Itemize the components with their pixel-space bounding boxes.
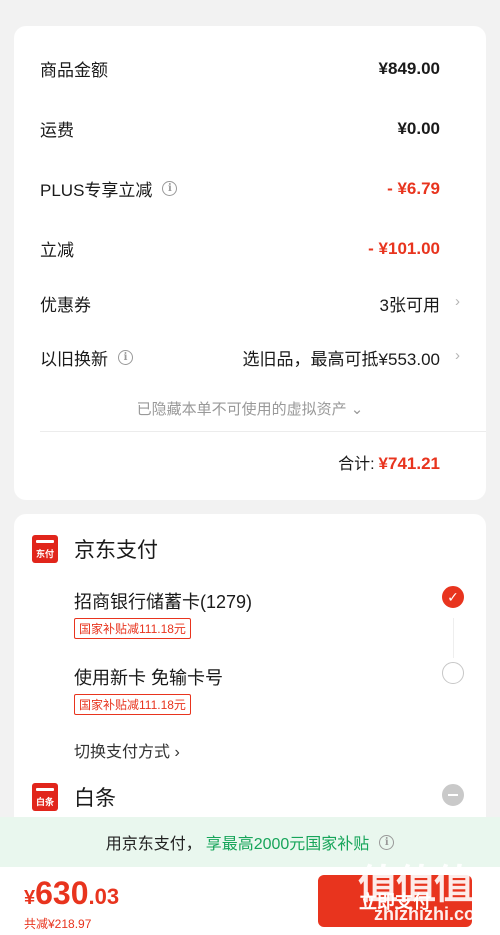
switch-payment-label: 切换支付方式: [74, 744, 171, 761]
pay-amount: ¥ 630 .03: [24, 875, 119, 912]
coupon-label: 优惠券: [40, 296, 91, 315]
chevron-right-icon[interactable]: ›: [455, 347, 460, 364]
goods-amount-label: 商品金额: [40, 61, 108, 80]
chevron-down-icon: ⌄: [350, 401, 364, 418]
subsidy-tag: 国家补贴减111.18元: [74, 618, 191, 639]
subsidy-tag: 国家补贴减111.18元: [74, 694, 191, 715]
trade-in-row[interactable]: 以旧换新 i 选旧品，最高可抵¥553.00: [40, 345, 440, 370]
coupon-value: 3张可用: [379, 296, 440, 315]
total-label: 合计:: [338, 456, 375, 473]
hidden-assets-text: 已隐藏本单不可使用的虚拟资产: [136, 401, 347, 418]
price-integer: 630: [35, 875, 89, 911]
info-icon[interactable]: i: [118, 350, 133, 365]
new-card-radio[interactable]: [442, 662, 464, 684]
chevron-right-icon: ›: [174, 744, 180, 761]
baitiao-title: 白条: [74, 787, 116, 810]
jd-pay-header: 东付 京东支付: [32, 534, 158, 564]
baitiao-header[interactable]: 白条 白条: [32, 782, 116, 812]
instant-discount-label: 立减: [40, 241, 74, 260]
new-card-option[interactable]: 使用新卡 免输卡号: [74, 664, 223, 690]
divider: [453, 618, 454, 658]
cmb-card-option[interactable]: 招商银行储蓄卡(1279): [74, 588, 252, 614]
trade-in-value: 选旧品，最高可抵¥553.00: [242, 350, 440, 369]
instant-discount-row: 立减 - ¥101.00: [40, 236, 440, 261]
trade-in-label: 以旧换新: [40, 350, 108, 369]
shipping-label: 运费: [40, 121, 74, 140]
payment-card: 东付 京东支付 招商银行储蓄卡(1279) ✓ 国家补贴减111.18元 使用新…: [14, 514, 486, 824]
pay-now-button[interactable]: 立即支付: [318, 875, 472, 927]
plus-discount-value: - ¥6.79: [387, 178, 440, 198]
instant-discount-value: - ¥101.00: [368, 238, 440, 258]
shipping-row: 运费 ¥0.00: [40, 116, 440, 141]
plus-discount-row: PLUS专享立减 i - ¥6.79: [40, 176, 440, 201]
total-row: 合计: ¥741.21: [338, 450, 440, 474]
total-value: ¥741.21: [378, 454, 440, 473]
switch-payment-method[interactable]: 切换支付方式 ›: [74, 738, 180, 762]
coupon-row[interactable]: 优惠券 3张可用: [40, 291, 440, 316]
jd-pay-title: 京东支付: [74, 539, 158, 562]
goods-amount-value: ¥849.00: [378, 58, 440, 78]
check-icon: ✓: [447, 588, 459, 605]
info-icon[interactable]: i: [379, 834, 395, 850]
checkout-bar: ¥ 630 .03 共减¥218.97 立即支付: [0, 867, 500, 935]
info-icon[interactable]: i: [162, 181, 178, 196]
chevron-right-icon[interactable]: ›: [455, 293, 460, 310]
banner-prefix: 用京东支付，: [105, 836, 202, 853]
subsidy-banner[interactable]: 用京东支付， 享最高2000元国家补贴 i: [0, 817, 500, 867]
currency-symbol: ¥: [24, 887, 36, 909]
order-summary-card: 商品金额 ¥849.00 运费 ¥0.00 PLUS专享立减 i - ¥6.79…: [14, 26, 486, 500]
hidden-assets-toggle[interactable]: 已隐藏本单不可使用的虚拟资产 ⌄: [14, 398, 486, 419]
divider: [40, 431, 486, 432]
baitiao-logo-icon: 白条: [32, 783, 58, 811]
baitiao-radio[interactable]: [442, 784, 464, 806]
jd-pay-logo-icon: 东付: [32, 535, 58, 563]
banner-highlight: 享最高2000元国家补贴: [205, 836, 370, 853]
total-saved: 共减¥218.97: [24, 917, 92, 931]
cmb-card-radio[interactable]: ✓: [442, 586, 464, 608]
price-decimal: .03: [88, 884, 120, 909]
plus-discount-label: PLUS专享立减: [40, 181, 153, 200]
goods-amount-row: 商品金额 ¥849.00: [40, 56, 440, 81]
shipping-value: ¥0.00: [397, 118, 440, 138]
